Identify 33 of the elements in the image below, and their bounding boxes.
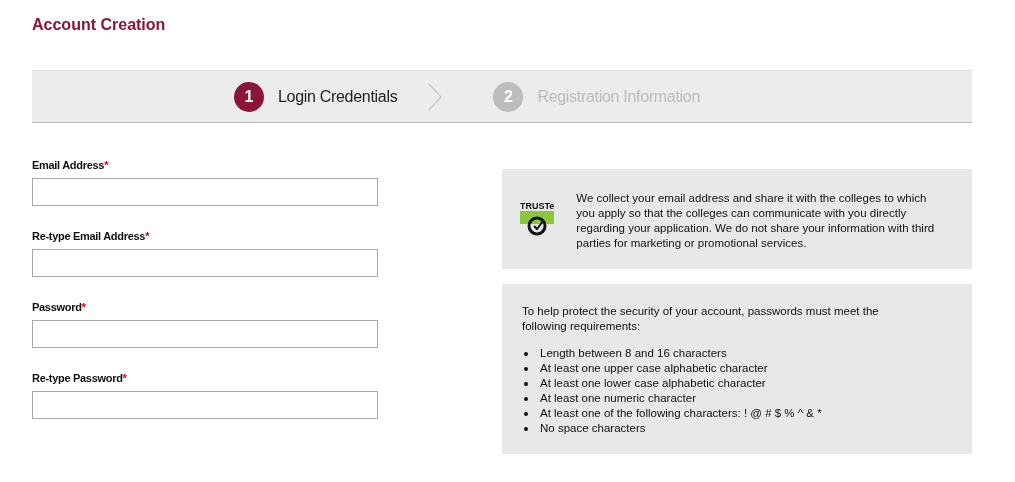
requirements-intro: To help protect the security of your account, passwords must meet the following requirements: <box>522 304 880 334</box>
field-label: Email Address <box>32 159 105 171</box>
requirement-text: At least one lower case alphabetic character <box>540 376 766 391</box>
privacy-text: We collect your email address and share it with the colleges to which you apply so that the colleges can communicate with you directly regarding your application. We do not share your information with third parties for marketing or promotional services. <box>576 191 936 251</box>
badge-label: TRUSTe <box>520 201 555 211</box>
requirement-text: At least one of the following characters: ! @ # $ % ^ & * <box>540 406 822 421</box>
input-field[interactable] <box>32 391 378 419</box>
requirement-text: No space characters <box>540 421 646 436</box>
required-mark: * <box>122 372 127 384</box>
step-label: Login Credentials <box>277 87 398 106</box>
requirement-text: At least one upper case alphabetic character <box>540 361 768 376</box>
step-number: 1 <box>233 81 264 112</box>
requirement-text: At least one numeric character <box>540 391 696 406</box>
bullet-icon <box>524 396 528 401</box>
page-title: Account Creation <box>32 16 167 35</box>
field-label: Re-type Password <box>32 372 123 384</box>
bullet-icon <box>524 426 528 431</box>
required-mark: * <box>81 301 86 313</box>
required-mark: * <box>104 159 109 171</box>
input-field[interactable] <box>32 320 378 348</box>
bullet-icon <box>524 381 528 386</box>
bullet-icon <box>524 351 528 356</box>
seal-icon <box>520 211 555 237</box>
bullet-icon <box>524 366 528 371</box>
chevron-icon <box>427 82 444 111</box>
field-label: Re-type Email Address <box>32 230 146 242</box>
required-mark: * <box>145 230 150 242</box>
field-label: Password <box>32 301 82 313</box>
step-number: 2 <box>493 81 524 112</box>
requirement-text: Length between 8 and 16 characters <box>540 346 727 361</box>
bullet-icon <box>524 411 528 416</box>
input-field[interactable] <box>32 249 378 277</box>
input-field[interactable] <box>32 178 378 206</box>
